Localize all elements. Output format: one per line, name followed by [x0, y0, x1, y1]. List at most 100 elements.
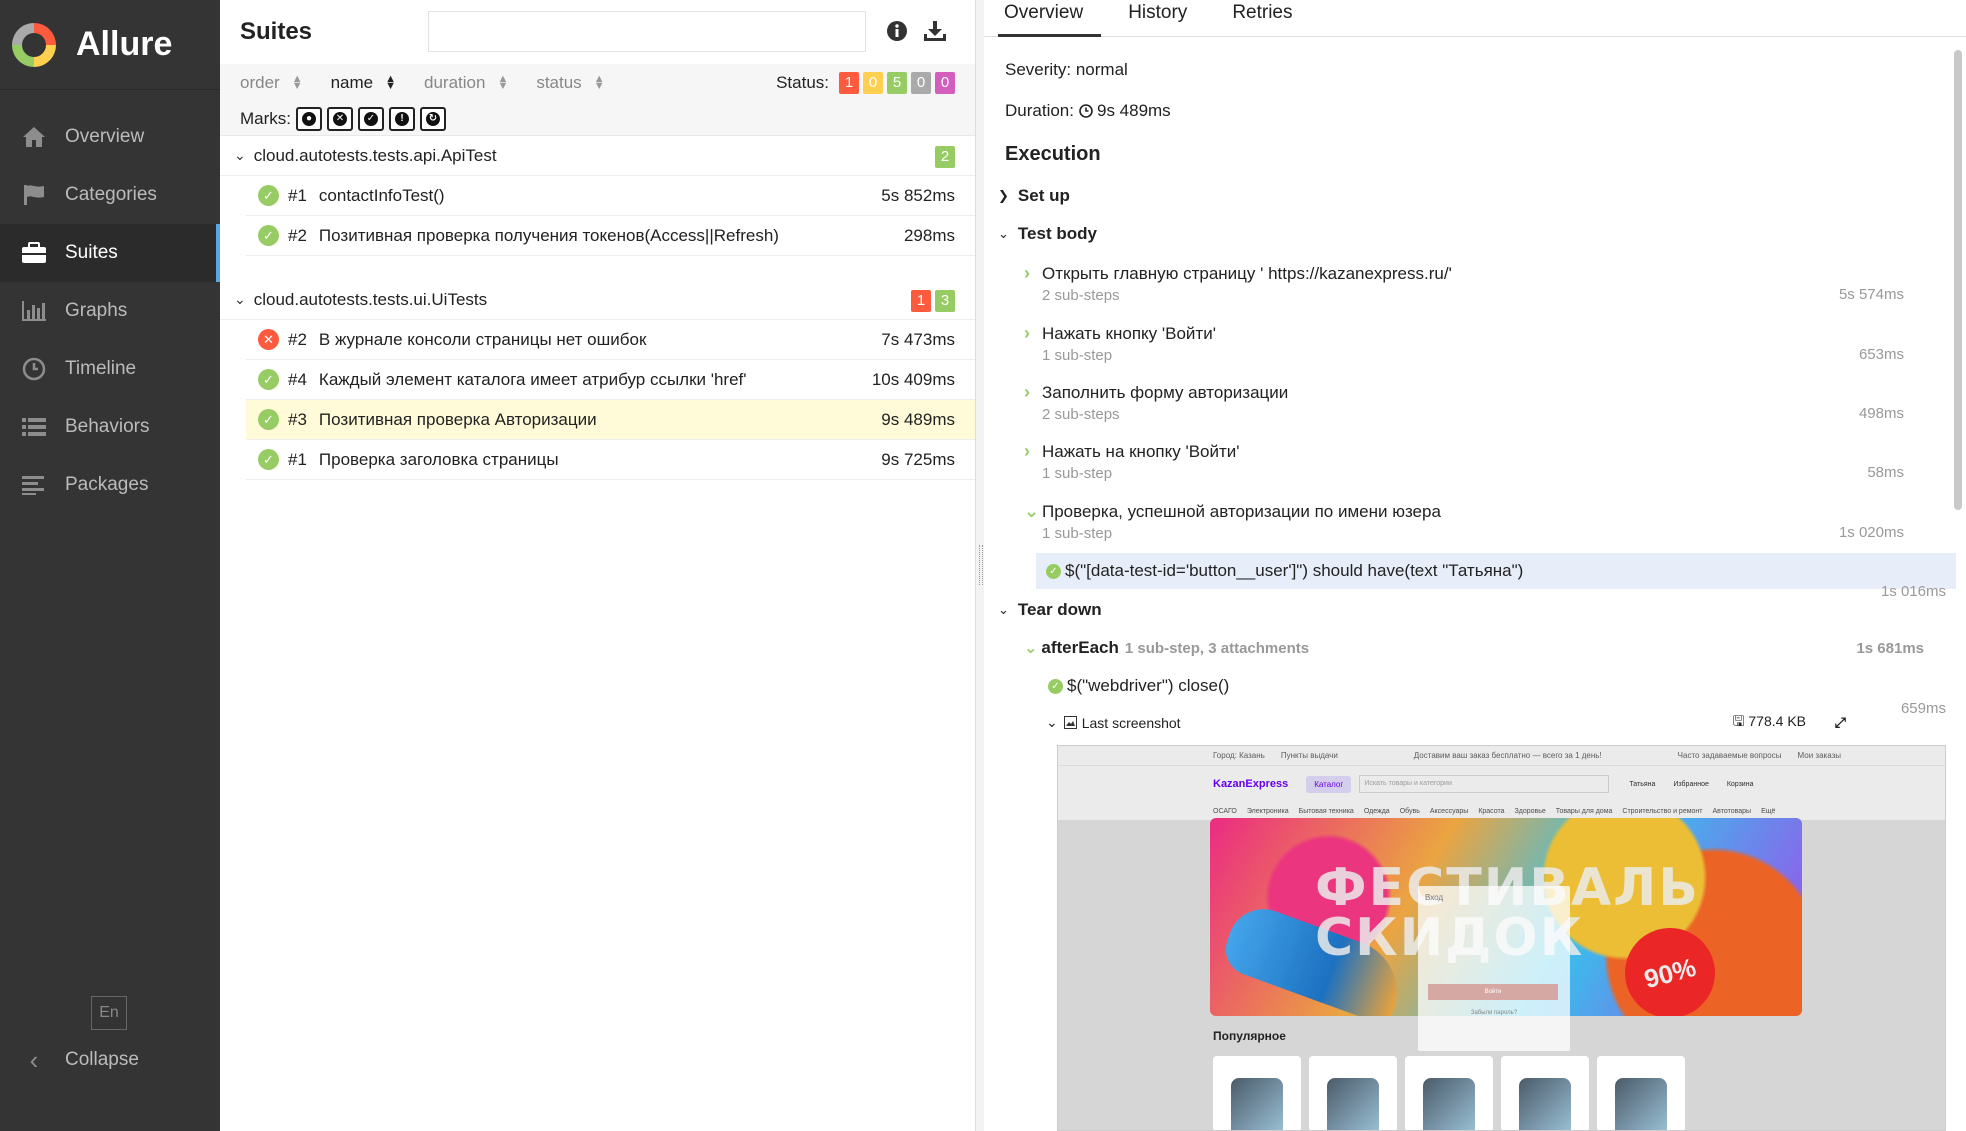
after-each-name: afterEach [1041, 638, 1119, 657]
suite-group-row[interactable]: ⌄ cloud.autotests.tests.api.ApiTest 2 [220, 136, 975, 176]
mark-flaky-button[interactable]: ● [296, 106, 322, 131]
sidebar-item-timeline[interactable]: Timeline [0, 340, 220, 398]
status-failed-toggle[interactable]: 1 [839, 72, 859, 94]
test-duration: 7s 473ms [881, 329, 955, 349]
sort-arrows-icon: ▲ ▼ [385, 73, 396, 92]
after-each-row[interactable]: ⌄ afterEach 1 sub-step, 3 attachments 1s… [1024, 638, 1944, 658]
chevron-down-icon: ⌄ [234, 291, 246, 307]
test-row-selected[interactable]: ✓ #3 Позитивная проверка Авторизации 9s … [246, 400, 975, 440]
test-number: #2 [288, 225, 307, 245]
passed-check-icon: ✓ [1048, 678, 1063, 694]
test-duration: 9s 725ms [881, 449, 955, 469]
status-broken-toggle[interactable]: 0 [863, 72, 883, 94]
tab-overview[interactable]: Overview [997, 0, 1102, 37]
tab-history[interactable]: History [1128, 0, 1187, 36]
step-row[interactable]: › Нажать кнопку 'Войти' 1 sub-step 653ms [1024, 323, 1924, 364]
sort-label: name [330, 73, 374, 92]
after-each-meta: 1 sub-step, 3 attachments [1124, 639, 1310, 657]
mark-new-passed-button[interactable]: ✓ [358, 106, 384, 131]
attachment-name: Last screenshot [1081, 714, 1181, 731]
chevron-down-icon: ⌄ [234, 147, 246, 163]
setup-label: Set up [1017, 186, 1070, 205]
sidebar-item-label: Packages [65, 474, 149, 495]
test-number: #1 [288, 449, 307, 469]
attachment-size-value: 778.4 KB [1748, 712, 1806, 729]
download-icon[interactable] [922, 18, 948, 44]
shot-product-card [1213, 1056, 1301, 1130]
shot-phone-image [1423, 1078, 1475, 1130]
step-row[interactable]: ⌄ Проверка, успешной авторизации по имени… [1024, 501, 1924, 542]
expand-icon[interactable]: ⤢ [1835, 714, 1846, 731]
chevron-down-icon: ⌄ [1024, 640, 1038, 657]
step-duration: 1s 020ms [1838, 524, 1904, 541]
page-title: Suites [240, 18, 313, 45]
shot-phone-image [1231, 1078, 1283, 1130]
sort-arrows-icon: ▲ ▼ [497, 73, 509, 92]
mark-new-broken-button[interactable]: ! [389, 106, 415, 131]
test-number: #3 [288, 409, 307, 429]
tab-retries[interactable]: Retries [1232, 0, 1292, 36]
search-input[interactable] [428, 11, 866, 52]
test-name: contactInfoTest() [318, 185, 445, 205]
passed-check-icon: ✓ [258, 449, 279, 470]
test-body-section-toggle[interactable]: ⌄ Test body [998, 224, 1097, 244]
test-row[interactable]: ✓ #1 contactInfoTest() 5s 852ms [246, 176, 975, 216]
substep-row[interactable]: ✓ $("[data-test-id='button__user']") sho… [1036, 553, 1956, 589]
sort-status-button[interactable]: status ▲ ▼ [536, 73, 604, 93]
suite-name: cloud.autotests.tests.api.ApiTest [253, 145, 497, 165]
status-passed-toggle[interactable]: 5 [887, 72, 907, 94]
test-row[interactable]: ✓ #1 Проверка заголовка страницы 9s 725m… [246, 440, 975, 480]
brand[interactable]: Allure [0, 0, 220, 90]
flag-icon [20, 183, 48, 207]
status-unknown-toggle[interactable]: 0 [935, 72, 955, 94]
test-row[interactable]: ✓ #2 Позитивная проверка получения токен… [246, 216, 975, 256]
substep-name: $("[data-test-id='button__user']") shoul… [1065, 561, 1524, 580]
status-skipped-toggle[interactable]: 0 [911, 72, 931, 94]
suite-badges: 1 3 [907, 290, 955, 312]
sort-arrows-icon: ▲ ▼ [291, 73, 303, 92]
scrollbar[interactable] [1954, 50, 1962, 510]
passed-check-icon: ✓ [258, 369, 279, 390]
info-icon[interactable] [884, 18, 910, 44]
sort-order-button[interactable]: order ▲ ▼ [240, 73, 303, 93]
sidebar-item-suites[interactable]: Suites [0, 224, 220, 282]
shot-popular: Популярное [1213, 1029, 1286, 1043]
webdriver-step-name: $("webdriver") close() [1067, 676, 1230, 695]
mark-retries-button[interactable]: ↻ [420, 106, 446, 131]
test-row[interactable]: ✕ #2 В журнале консоли страницы нет ошиб… [246, 320, 975, 360]
chevron-down-icon: ⌄ [1046, 714, 1058, 730]
test-duration: 5s 852ms [881, 185, 955, 205]
sidebar: Allure Overview Categories Suites Graphs [0, 0, 220, 1131]
failed-cross-icon: ✕ [258, 329, 279, 350]
sidebar-item-behaviors[interactable]: Behaviors [0, 398, 220, 456]
test-row[interactable]: ✓ #4 Каждый элемент каталога имеет атриб… [246, 360, 975, 400]
briefcase-icon [20, 241, 48, 265]
sort-name-button[interactable]: name ▲ ▼ [331, 73, 396, 93]
mark-new-failed-button[interactable]: ✕ [327, 106, 353, 131]
sort-label: status [536, 73, 582, 92]
step-row[interactable]: › Нажать на кнопку 'Войти' 1 sub-step 58m… [1024, 441, 1924, 482]
setup-section-toggle[interactable]: ❯ Set up [998, 186, 1070, 206]
attachment-row[interactable]: ⌄ Last screenshot 🖫 778.4 KB ⤢ [1046, 712, 1866, 731]
shot-modal-button: Войти [1428, 984, 1558, 1000]
step-name: Открыть главную страницу ' https://kazan… [1042, 263, 1452, 283]
sidebar-item-overview[interactable]: Overview [0, 108, 220, 166]
step-duration: 653ms [1858, 346, 1904, 363]
step-row[interactable]: › Открыть главную страницу ' https://kaza… [1024, 263, 1924, 304]
step-row[interactable]: › Заполнить форму авторизации 2 sub-steps… [1024, 382, 1924, 423]
pane-splitter[interactable] [976, 0, 984, 1131]
severity-text: Severity: normal [1005, 60, 1128, 79]
sidebar-item-categories[interactable]: Categories [0, 166, 220, 224]
sidebar-item-packages[interactable]: Packages [0, 456, 220, 514]
suite-group-row[interactable]: ⌄ cloud.autotests.tests.ui.UiTests 1 3 [220, 280, 975, 320]
failed-count-badge: 1 [911, 290, 931, 312]
shot-product-card [1597, 1056, 1685, 1130]
language-switch-button[interactable]: En [91, 996, 127, 1030]
sidebar-item-graphs[interactable]: Graphs [0, 282, 220, 340]
suite-badges: 2 [931, 146, 955, 168]
sort-duration-button[interactable]: duration ▲ ▼ [424, 73, 508, 93]
collapse-button[interactable]: ‹ Collapse [20, 1040, 139, 1080]
align-left-icon [20, 473, 48, 497]
webdriver-step-row[interactable]: ✓ $("webdriver") close() [1048, 676, 1229, 696]
teardown-section-toggle[interactable]: ⌄ Tear down [998, 600, 1102, 620]
